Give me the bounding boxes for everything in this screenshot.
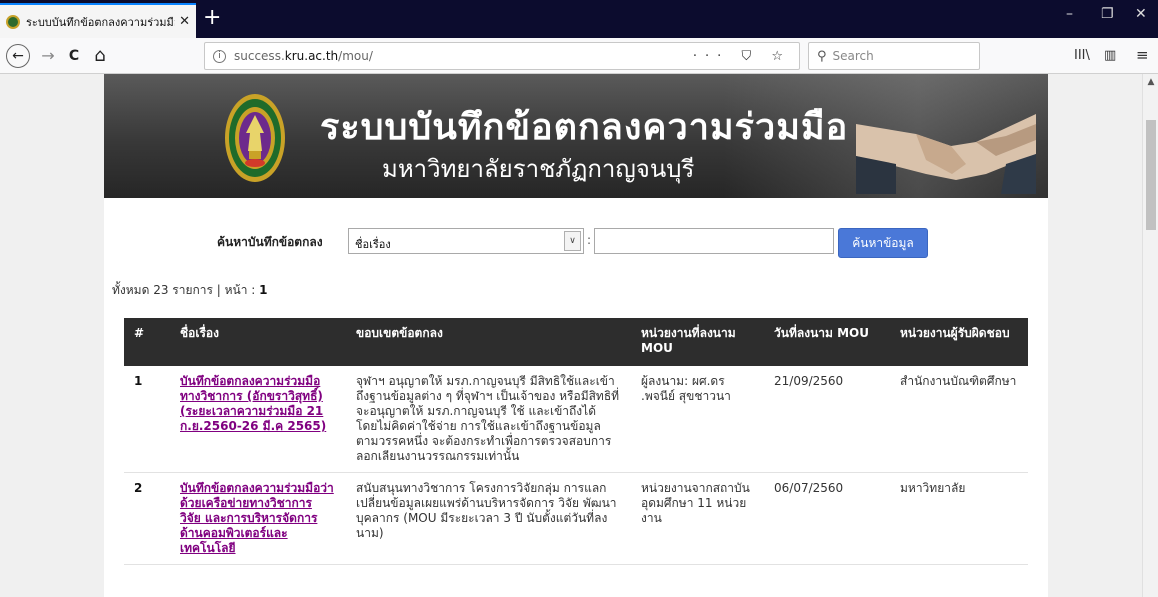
site-banner: ระบบบันทึกข้อตกลงความร่วมมือ มหาวิทยาลัย…	[104, 74, 1048, 198]
search-label: ค้นหาบันทึกข้อตกลง	[217, 235, 323, 249]
browser-toolbar: ← → C ⌂ i success.kru.ac.th/mou/ ··· ⛉ ☆…	[0, 38, 1158, 74]
back-arrow-icon[interactable]: ←	[6, 44, 30, 68]
mou-title-link[interactable]: บันทึกข้อตกลงความร่วมมือทางวิชาการ (อักข…	[180, 374, 326, 433]
search-icon: ⚲	[817, 48, 827, 64]
banner-subtitle: มหาวิทยาลัยราชภัฏกาญจนบุรี	[382, 155, 695, 183]
site-info-icon[interactable]: i	[213, 49, 226, 63]
search-keyword-input[interactable]	[594, 228, 834, 254]
url-prefix: success.	[234, 49, 285, 63]
url-text: success.kru.ac.th/mou/	[234, 49, 693, 63]
chevron-down-icon[interactable]: ∨	[564, 231, 581, 251]
address-bar[interactable]: i success.kru.ac.th/mou/ ··· ⛉ ☆	[204, 42, 800, 70]
row-sign-date: 06/07/2560	[764, 472, 890, 565]
scroll-thumb[interactable]	[1146, 120, 1156, 230]
result-summary: ทั้งหมด 23 รายการ | หน้า : 1	[112, 281, 268, 300]
search-colon: :	[587, 233, 592, 247]
menu-icon[interactable]: ≡	[1136, 46, 1149, 64]
header-title: ชื่อเรื่อง	[170, 318, 346, 366]
row-signatory: ผู้ลงนาม: ผศ.ดร .พจนีย์ สุขชาวนา	[631, 366, 764, 473]
table-header-row: # ชื่อเรื่อง ขอบเขตข้อตกลง หน่วยงานที่ลง…	[124, 318, 1028, 366]
handshake-icon	[856, 114, 1036, 194]
header-owner: หน่วยงานผู้รับผิดชอบ	[890, 318, 1028, 366]
search-button[interactable]: ค้นหาข้อมูล	[838, 228, 928, 258]
result-count-text: ทั้งหมด 23 รายการ | หน้า :	[112, 283, 260, 297]
university-seal-icon	[225, 94, 285, 182]
reload-icon[interactable]: C	[64, 44, 84, 68]
row-owner: มหาวิทยาลัย	[890, 472, 1028, 565]
row-sign-date: 21/09/2560	[764, 366, 890, 473]
new-tab-button[interactable]: +	[203, 4, 221, 32]
url-host: kru.ac.th	[284, 49, 339, 63]
browser-tab-active[interactable]: ระบบบันทึกข้อตกลงความร่วมมือ ✕	[0, 3, 196, 38]
site-favicon-icon	[6, 14, 20, 29]
header-number: #	[124, 318, 170, 366]
home-icon[interactable]: ⌂	[90, 44, 110, 68]
row-scope: สนับสนุนทางวิชาการ โครงการวิจัยกลุ่ม การ…	[346, 472, 631, 565]
banner-title: ระบบบันทึกข้อตกลงความร่วมมือ	[320, 107, 849, 148]
close-tab-icon[interactable]: ✕	[179, 14, 190, 29]
forward-arrow-icon[interactable]: →	[38, 44, 58, 68]
row-title-cell: บันทึกข้อตกลงความร่วมมือว่าด้วยเครือข่าย…	[170, 472, 346, 565]
close-window-icon[interactable]: ✕	[1135, 6, 1147, 22]
page-actions-icon[interactable]: ··· ⛉ ☆	[693, 49, 791, 64]
header-sign-date: วันที่ลงนาม MOU	[764, 318, 890, 366]
mou-title-link[interactable]: บันทึกข้อตกลงความร่วมมือว่าด้วยเครือข่าย…	[180, 481, 334, 555]
browser-tab-bar: ระบบบันทึกข้อตกลงความร่วมมือ ✕ + – ❐ ✕	[0, 0, 1158, 38]
minimize-window-icon[interactable]: –	[1066, 6, 1073, 22]
search-field-select[interactable]: ชื่อเรื่อง ∨	[348, 228, 584, 254]
row-number: 1	[124, 366, 170, 473]
header-signatory: หน่วยงานที่ลงนาม MOU	[631, 318, 764, 366]
row-number: 2	[124, 472, 170, 565]
restore-window-icon[interactable]: ❐	[1101, 6, 1114, 22]
sidebar-icon[interactable]: ▥	[1104, 48, 1116, 63]
row-signatory: หน่วยงานจากสถาบันอุดมศึกษา 11 หน่วยงาน	[631, 472, 764, 565]
row-owner: สำนักงานบัณฑิตศึกษา	[890, 366, 1028, 473]
table-row: 1 บันทึกข้อตกลงความร่วมมือทางวิชาการ (อั…	[124, 366, 1028, 473]
table-row: 2 บันทึกข้อตกลงความร่วมมือว่าด้วยเครือข่…	[124, 472, 1028, 565]
library-icon[interactable]: III\	[1074, 48, 1090, 63]
current-page-number: 1	[259, 283, 268, 297]
search-placeholder: Search	[832, 49, 874, 63]
header-scope: ขอบเขตข้อตกลง	[346, 318, 631, 366]
row-title-cell: บันทึกข้อตกลงความร่วมมือทางวิชาการ (อักข…	[170, 366, 346, 473]
scroll-up-icon[interactable]: ▲	[1143, 74, 1158, 90]
row-scope: จุฬาฯ อนุญาตให้ มรภ.กาญจนบุรี มีสิทธิใช้…	[346, 366, 631, 473]
tab-title: ระบบบันทึกข้อตกลงความร่วมมือ	[26, 15, 176, 29]
browser-search-input[interactable]: ⚲ Search	[808, 42, 980, 70]
page-scrollbar[interactable]: ▲	[1142, 74, 1158, 597]
url-path: /mou/	[338, 49, 373, 63]
mou-table: # ชื่อเรื่อง ขอบเขตข้อตกลง หน่วยงานที่ลง…	[124, 318, 1028, 565]
page-container: ระบบบันทึกข้อตกลงความร่วมมือ มหาวิทยาลัย…	[104, 74, 1048, 597]
search-field-selected: ชื่อเรื่อง	[355, 238, 391, 251]
search-form: ค้นหาบันทึกข้อตกลง ชื่อเรื่อง ∨ : ค้นหาข…	[104, 226, 1048, 258]
page-viewport: ระบบบันทึกข้อตกลงความร่วมมือ มหาวิทยาลัย…	[0, 74, 1142, 597]
